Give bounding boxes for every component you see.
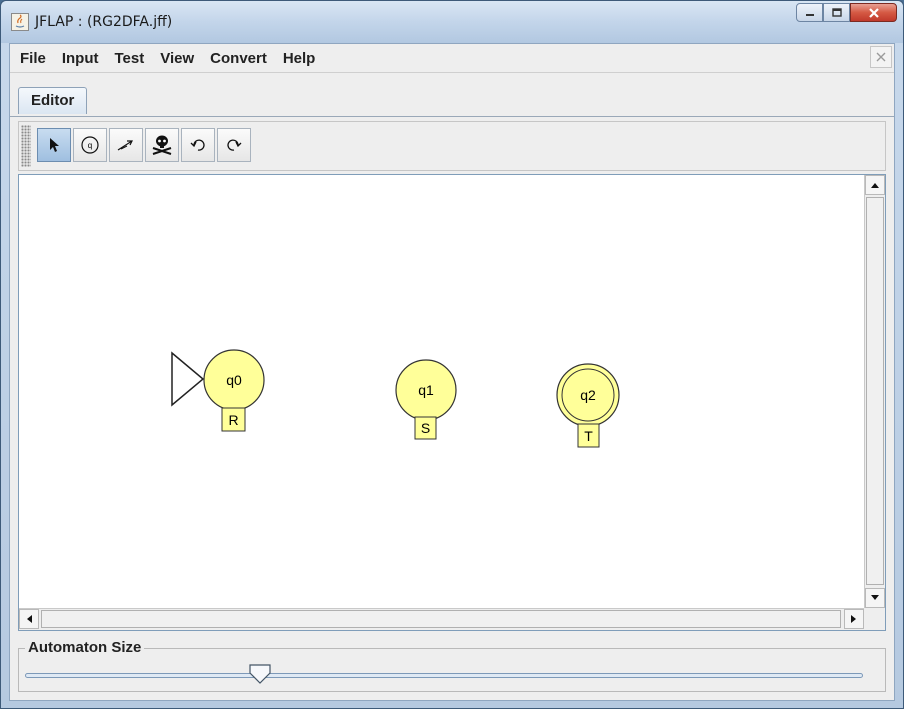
skull-crossbones-icon	[152, 135, 172, 155]
undo-tool[interactable]	[181, 128, 215, 162]
jflap-window: JFLAP : (RG2DFA.jff) File Input Test Vie…	[0, 0, 904, 709]
main-content: File Input Test View Convert Help Editor	[9, 43, 895, 701]
state-label-box: R	[228, 412, 238, 428]
arrow-right-icon	[851, 615, 856, 623]
scroll-up-button[interactable]	[865, 175, 885, 195]
redo-tool[interactable]	[217, 128, 251, 162]
tab-editor[interactable]: Editor	[18, 87, 88, 114]
attribute-editor-tool[interactable]	[37, 128, 71, 162]
arrow-left-icon	[27, 615, 32, 623]
vertical-scrollbar[interactable]	[864, 175, 885, 608]
horizontal-scrollbar[interactable]	[19, 608, 864, 630]
toolbar-grip[interactable]	[21, 125, 31, 167]
state-name: q0	[226, 372, 242, 388]
menu-bar: File Input Test View Convert Help	[10, 44, 894, 73]
minimize-button[interactable]	[796, 3, 823, 22]
state-label-box: S	[421, 420, 430, 436]
redo-icon	[227, 139, 242, 151]
deleter-tool[interactable]	[145, 128, 179, 162]
menu-help[interactable]: Help	[283, 50, 316, 67]
menu-view[interactable]: View	[160, 50, 194, 67]
close-tab-button[interactable]	[870, 46, 892, 68]
arrow-down-icon	[871, 595, 879, 600]
close-icon	[876, 52, 886, 62]
undo-icon	[190, 139, 205, 151]
tab-strip: Editor	[10, 84, 894, 117]
scroll-left-button[interactable]	[19, 609, 39, 629]
automaton-size-panel: Automaton Size	[18, 639, 886, 692]
state-creator-tool[interactable]: q	[73, 128, 107, 162]
scroll-corner	[864, 608, 885, 630]
state-circle-icon: q	[81, 136, 99, 154]
close-window-button[interactable]	[850, 3, 897, 22]
vertical-scroll-thumb[interactable]	[866, 197, 884, 585]
transition-arrow-icon	[117, 140, 133, 151]
window-title: JFLAP : (RG2DFA.jff)	[35, 14, 173, 30]
window-controls	[796, 3, 897, 22]
title-bar: JFLAP : (RG2DFA.jff)	[1, 1, 903, 43]
arrow-up-icon	[871, 183, 879, 188]
automaton-size-label: Automaton Size	[25, 639, 145, 656]
state-q0[interactable]: q0 R	[171, 349, 265, 432]
automaton-size-slider[interactable]	[25, 673, 863, 678]
java-app-icon	[11, 13, 29, 31]
automaton-canvas[interactable]: q0 R q1 S q2 T	[19, 175, 864, 608]
slider-thumb[interactable]	[248, 663, 272, 685]
maximize-icon	[831, 7, 842, 17]
horizontal-scroll-thumb[interactable]	[41, 610, 841, 628]
scroll-right-button[interactable]	[844, 609, 864, 629]
state-q2[interactable]: q2 T	[556, 363, 620, 448]
state-q1[interactable]: q1 S	[395, 359, 457, 440]
menu-input[interactable]: Input	[62, 50, 99, 67]
menu-file[interactable]: File	[20, 50, 46, 67]
state-name: q1	[418, 382, 434, 398]
minimize-icon	[805, 13, 814, 16]
close-icon	[868, 7, 879, 18]
state-label-box: T	[584, 428, 593, 444]
menu-test[interactable]: Test	[115, 50, 145, 67]
initial-state-arrow	[171, 351, 205, 407]
maximize-button[interactable]	[823, 3, 850, 22]
svg-text:q: q	[88, 141, 92, 150]
automaton-canvas-pane: q0 R q1 S q2 T	[18, 174, 886, 631]
state-name: q2	[580, 387, 596, 403]
menu-convert[interactable]: Convert	[210, 50, 267, 67]
arrow-pointer-icon	[50, 138, 59, 152]
editor-toolbar: q	[18, 121, 886, 171]
scroll-down-button[interactable]	[865, 588, 885, 608]
transition-creator-tool[interactable]	[109, 128, 143, 162]
